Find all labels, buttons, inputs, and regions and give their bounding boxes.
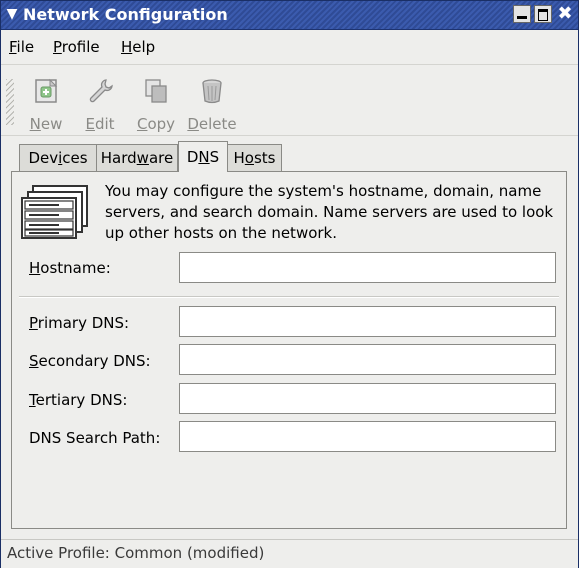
separator [19, 296, 559, 298]
primary-dns-label: Primary DNS: [29, 314, 130, 332]
tab-hardware[interactable]: Hardware [96, 144, 178, 171]
menu-profile[interactable]: Profile [53, 38, 100, 56]
menu-bar: File Profile Help [1, 30, 578, 65]
status-text: Active Profile: Common (modified) [7, 544, 265, 562]
secondary-dns-label: Secondary DNS: [29, 352, 151, 370]
primary-dns-input[interactable] [179, 306, 556, 337]
tertiary-dns-label: Tertiary DNS: [29, 391, 128, 409]
status-bar: Active Profile: Common (modified) [1, 539, 578, 568]
tab-devices[interactable]: Devices [19, 144, 97, 171]
tab-hosts[interactable]: Hosts [227, 144, 282, 171]
new-button[interactable]: New [21, 73, 71, 133]
trash-icon [202, 79, 222, 104]
title-bar[interactable]: ▼ Network Configuration ✖ [1, 1, 578, 30]
edit-button[interactable]: Edit [75, 73, 125, 133]
delete-button[interactable]: Delete [187, 73, 237, 133]
toolbar: New Edit Copy Delete [1, 65, 578, 136]
new-label: New [29, 115, 63, 133]
hostname-input[interactable] [179, 252, 556, 283]
dns-search-path-label: DNS Search Path: [29, 429, 161, 447]
tab-dns[interactable]: DNS [178, 141, 228, 172]
minimize-icon[interactable] [513, 5, 531, 23]
new-icon [35, 78, 58, 103]
menu-file[interactable]: File [9, 38, 34, 56]
menu-help[interactable]: Help [121, 38, 155, 56]
copy-icon [145, 79, 167, 103]
toolbar-grip[interactable] [6, 79, 14, 125]
maximize-icon[interactable] [534, 5, 552, 23]
copy-button[interactable]: Copy [131, 73, 181, 133]
wrench-icon [89, 79, 113, 103]
dns-table-icon [21, 185, 88, 239]
edit-label: Edit [85, 115, 115, 133]
secondary-dns-input[interactable] [179, 344, 556, 375]
network-configuration-window: ▼ Network Configuration ✖ File Profile H… [0, 0, 579, 568]
window-title: Network Configuration [23, 5, 228, 24]
tertiary-dns-input[interactable] [179, 383, 556, 414]
window-menu-icon[interactable]: ▼ [3, 5, 21, 23]
hostname-label: Hostname: [29, 259, 111, 277]
dns-description: You may configure the system's hostname,… [105, 182, 554, 242]
delete-label: Delete [187, 115, 237, 133]
close-icon[interactable]: ✖ [556, 5, 574, 23]
copy-label: Copy [136, 115, 176, 133]
dns-search-path-input[interactable] [179, 421, 556, 452]
